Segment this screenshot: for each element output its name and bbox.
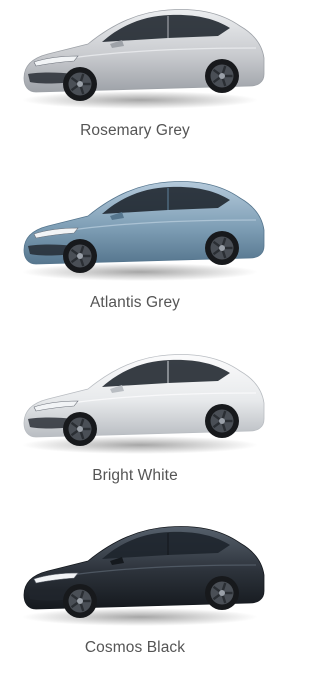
car-shadow	[22, 608, 258, 626]
car-image	[22, 354, 265, 454]
car-wheel-hub	[77, 598, 83, 604]
color-name-label: Rosemary Grey	[80, 122, 190, 139]
car-image	[22, 526, 265, 626]
car-shadow	[22, 263, 258, 281]
color-name-label: Atlantis Grey	[89, 294, 181, 311]
car-wheel-hub	[77, 426, 83, 432]
car-image	[22, 181, 265, 281]
car-shadow	[22, 91, 258, 109]
color-option-rosemary-grey[interactable]: Rosemary Grey	[0, 0, 270, 160]
car-image	[22, 9, 265, 109]
car-wheel-hub	[219, 73, 225, 79]
car-wheel-hub	[77, 81, 83, 87]
color-options-list: Rosemary Grey Atlantis Grey Bright White…	[0, 0, 270, 662]
car-wheel-hub	[219, 245, 225, 251]
color-option-atlantis-grey[interactable]: Atlantis Grey	[0, 172, 270, 332]
color-name-label: Cosmos Black	[84, 639, 186, 656]
color-name-label: Bright White	[92, 467, 178, 484]
color-option-cosmos-black[interactable]: Cosmos Black	[0, 517, 270, 677]
car-wheel-hub	[77, 253, 83, 259]
car-wheel-hub	[219, 418, 225, 424]
color-option-bright-white[interactable]: Bright White	[0, 345, 270, 505]
car-shadow	[22, 436, 258, 454]
car-wheel-hub	[219, 590, 225, 596]
